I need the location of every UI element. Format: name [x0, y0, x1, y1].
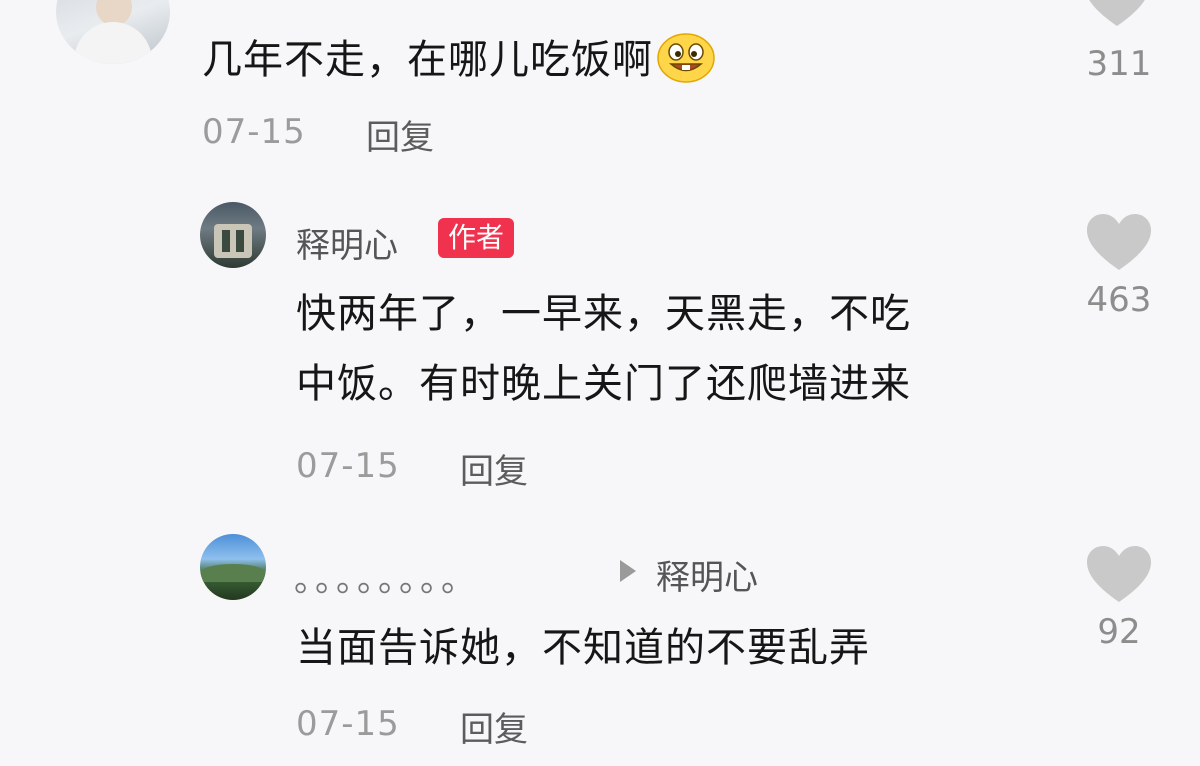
grinning-face-icon — [657, 33, 715, 83]
avatar[interactable] — [200, 202, 266, 268]
avatar[interactable] — [200, 534, 266, 600]
comment-text-line: 快两年了，一早来，天黑走，不吃 — [296, 291, 911, 337]
like-count: 463 — [1086, 280, 1152, 320]
heart-icon — [1087, 214, 1151, 270]
like-count: 92 — [1097, 612, 1141, 652]
reply-arrow-icon — [620, 560, 636, 582]
comment-date: 07-15 — [202, 112, 306, 152]
comment-text-line: 中饭。有时晚上关门了还爬墙进来 — [296, 361, 911, 407]
like-button[interactable] — [1087, 214, 1151, 272]
reply-button[interactable]: 回复 — [366, 110, 434, 159]
like-count: 311 — [1086, 44, 1152, 84]
like-button[interactable] — [1087, 546, 1151, 604]
reply-to-username[interactable]: 释明心 — [656, 550, 758, 599]
avatar[interactable] — [56, 0, 170, 64]
comment-text: 快两年了，一早来，天黑走，不吃 中饭。有时晚上关门了还爬墙进来 — [296, 284, 911, 414]
comment-date: 07-15 — [296, 704, 400, 744]
reply-button[interactable]: 回复 — [460, 702, 528, 751]
username[interactable]: 释明心 — [296, 218, 398, 267]
like-button[interactable] — [1085, 0, 1155, 30]
heart-icon — [1087, 546, 1151, 602]
comment-text: 几年不走，在哪儿吃饭啊 — [202, 30, 715, 90]
comment-date: 07-15 — [296, 446, 400, 486]
comment-text: 当面告诉她，不知道的不要乱弄 — [296, 625, 870, 671]
reply-button[interactable]: 回复 — [460, 444, 528, 493]
heart-icon — [1089, 0, 1145, 26]
author-badge: 作者 — [438, 218, 515, 258]
username[interactable]: 。。。。。。。。 — [294, 552, 479, 601]
